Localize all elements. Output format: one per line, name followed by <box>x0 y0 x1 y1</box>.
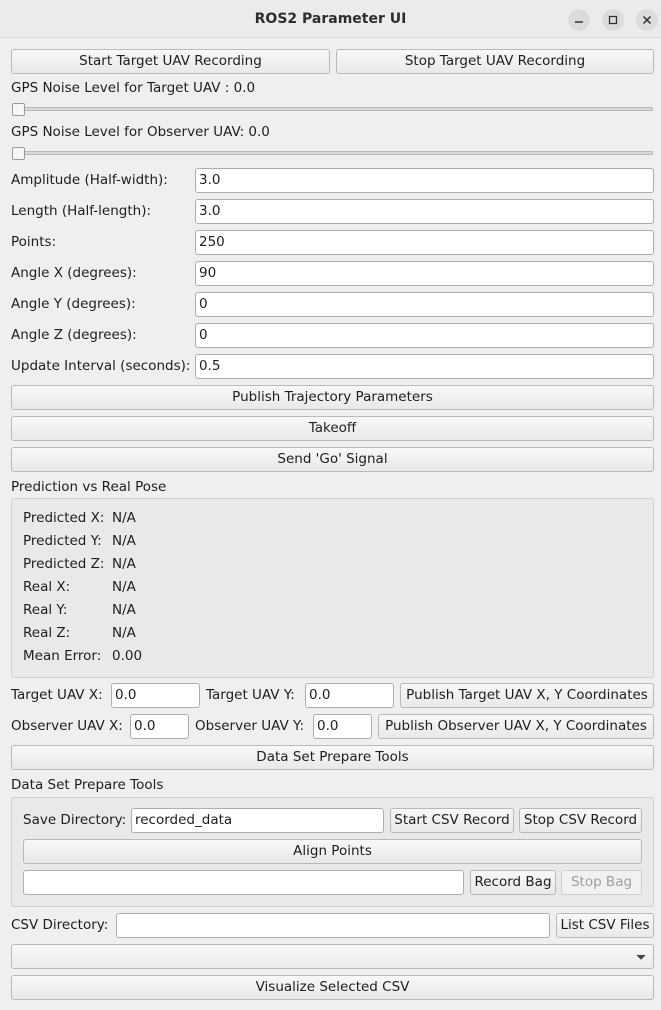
observer-y-input[interactable]: 0.0 <box>313 714 372 739</box>
target-noise-slider-handle[interactable] <box>12 103 25 116</box>
update-interval-label: Update Interval (seconds): <box>11 358 191 374</box>
points-label: Points: <box>11 234 57 250</box>
stop-bag-button[interactable]: Stop Bag <box>561 870 642 895</box>
publish-trajectory-button[interactable]: Publish Trajectory Parameters <box>11 385 654 410</box>
record-bag-button[interactable]: Record Bag <box>470 870 556 895</box>
mean-error-label: Mean Error: <box>23 648 102 664</box>
list-csv-files-button[interactable]: List CSV Files <box>556 913 654 938</box>
angle-x-label: Angle X (degrees): <box>11 265 137 281</box>
amplitude-input[interactable]: 3.0 <box>195 168 654 193</box>
real-z-value: N/A <box>112 625 136 641</box>
csv-directory-label: CSV Directory: <box>11 917 109 933</box>
real-x-label: Real X: <box>23 579 71 595</box>
update-interval-input[interactable]: 0.5 <box>195 354 654 379</box>
align-points-button[interactable]: Align Points <box>23 839 642 864</box>
target-y-label: Target UAV Y: <box>206 687 295 703</box>
angle-z-label: Angle Z (degrees): <box>11 327 137 343</box>
mean-error-value: 0.00 <box>112 648 143 664</box>
dataset-tools-toggle-button[interactable]: Data Set Prepare Tools <box>11 745 654 770</box>
predicted-y-value: N/A <box>112 533 136 549</box>
minimize-button[interactable] <box>568 9 590 31</box>
window-title: ROS2 Parameter UI <box>254 11 407 27</box>
target-x-input[interactable]: 0.0 <box>111 683 200 708</box>
real-x-value: N/A <box>112 579 136 595</box>
send-go-button[interactable]: Send 'Go' Signal <box>11 447 654 472</box>
publish-target-coords-button[interactable]: Publish Target UAV X, Y Coordinates <box>400 683 654 708</box>
predicted-z-label: Predicted Z: <box>23 556 105 572</box>
maximize-button[interactable] <box>602 9 624 31</box>
angle-y-label: Angle Y (degrees): <box>11 296 136 312</box>
prediction-group-title: Prediction vs Real Pose <box>11 479 167 495</box>
target-noise-slider[interactable] <box>12 107 653 111</box>
visualize-csv-button[interactable]: Visualize Selected CSV <box>11 975 654 1000</box>
close-icon <box>642 15 652 25</box>
predicted-z-value: N/A <box>112 556 136 572</box>
save-directory-label: Save Directory: <box>23 812 127 828</box>
prediction-group <box>11 498 654 678</box>
chevron-down-icon <box>636 954 646 960</box>
publish-observer-coords-button[interactable]: Publish Observer UAV X, Y Coordinates <box>378 714 654 739</box>
angle-y-input[interactable]: 0 <box>195 292 654 317</box>
start-csv-record-button[interactable]: Start CSV Record <box>390 808 514 833</box>
dataset-group-title: Data Set Prepare Tools <box>11 777 164 793</box>
takeoff-button[interactable]: Takeoff <box>11 416 654 441</box>
close-button[interactable] <box>636 9 658 31</box>
start-target-recording-button[interactable]: Start Target UAV Recording <box>11 49 330 74</box>
bag-name-input[interactable] <box>23 870 464 895</box>
real-z-label: Real Z: <box>23 625 71 641</box>
predicted-y-label: Predicted Y: <box>23 533 102 549</box>
observer-noise-label: GPS Noise Level for Observer UAV: 0.0 <box>11 124 270 140</box>
amplitude-label: Amplitude (Half-width): <box>11 172 168 188</box>
predicted-x-label: Predicted X: <box>23 510 105 526</box>
real-y-value: N/A <box>112 602 136 618</box>
title-bar: ROS2 Parameter UI <box>0 0 661 38</box>
target-y-input[interactable]: 0.0 <box>305 683 394 708</box>
observer-y-label: Observer UAV Y: <box>195 718 305 734</box>
angle-z-input[interactable]: 0 <box>195 323 654 348</box>
csv-file-select[interactable] <box>11 944 654 969</box>
save-directory-input[interactable]: recorded_data <box>131 808 384 833</box>
observer-noise-slider-handle[interactable] <box>12 147 25 160</box>
observer-x-label: Observer UAV X: <box>11 718 123 734</box>
real-y-label: Real Y: <box>23 602 68 618</box>
predicted-x-value: N/A <box>112 510 136 526</box>
observer-x-input[interactable]: 0.0 <box>130 714 189 739</box>
length-label: Length (Half-length): <box>11 203 152 219</box>
observer-noise-slider[interactable] <box>12 151 653 155</box>
csv-directory-input[interactable] <box>116 913 550 938</box>
stop-csv-record-button[interactable]: Stop CSV Record <box>519 808 642 833</box>
minimize-icon <box>575 21 583 23</box>
length-input[interactable]: 3.0 <box>195 199 654 224</box>
maximize-icon <box>608 15 618 25</box>
points-input[interactable]: 250 <box>195 230 654 255</box>
stop-target-recording-button[interactable]: Stop Target UAV Recording <box>336 49 654 74</box>
target-noise-label: GPS Noise Level for Target UAV : 0.0 <box>11 80 256 96</box>
target-x-label: Target UAV X: <box>11 687 103 703</box>
angle-x-input[interactable]: 90 <box>195 261 654 286</box>
